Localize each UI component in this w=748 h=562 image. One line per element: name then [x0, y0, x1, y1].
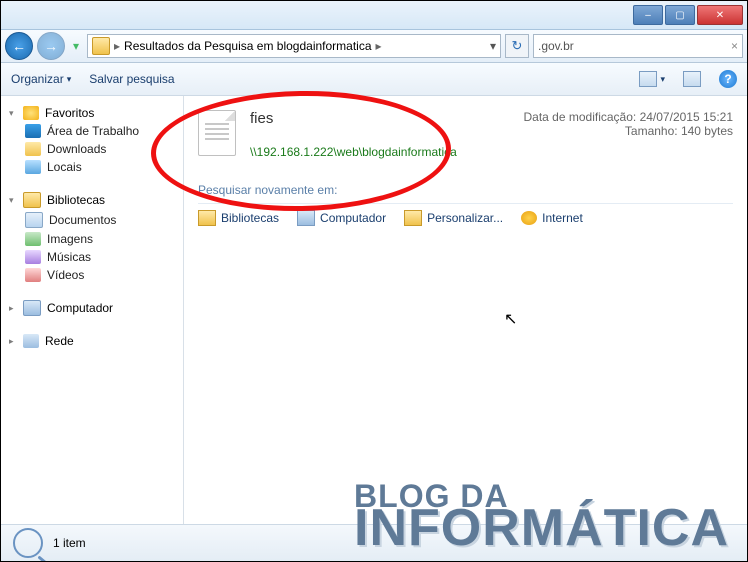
breadcrumb-sep-icon: ▸	[376, 39, 382, 53]
view-icon	[639, 71, 657, 87]
chevron-down-icon: ▾	[67, 74, 72, 85]
sidebar-item-downloads[interactable]: Downloads	[7, 140, 177, 158]
preview-pane-button[interactable]	[683, 71, 701, 87]
downloads-icon	[25, 142, 41, 156]
collapse-icon: ▾	[9, 195, 17, 206]
sidebar-item-images[interactable]: Imagens	[7, 230, 177, 248]
collapse-icon: ▾	[9, 108, 17, 119]
sidebar-item-desktop[interactable]: Área de Trabalho	[7, 122, 177, 140]
result-mod-label: Data de modificação:	[524, 110, 637, 124]
folder-icon	[92, 37, 110, 55]
minimize-button[interactable]: –	[633, 5, 663, 25]
search-again-section: Pesquisar novamente em: Bibliotecas Comp…	[198, 183, 733, 226]
libraries-icon	[23, 192, 41, 208]
libraries-icon	[198, 210, 216, 226]
sidebar-item-videos[interactable]: Vídeos	[7, 266, 177, 284]
folder-icon	[404, 210, 422, 226]
search-again-label: Pesquisar novamente em:	[198, 183, 733, 197]
content-pane: fies \\192.168.1.222\web\blogdainformati…	[184, 96, 747, 528]
expand-icon: ▸	[9, 336, 17, 347]
help-button[interactable]: ?	[719, 70, 737, 88]
desktop-icon	[25, 124, 41, 138]
music-icon	[25, 250, 41, 264]
breadcrumb-label: Resultados da Pesquisa em blogdainformat…	[124, 39, 371, 53]
breadcrumb[interactable]: ▸ Resultados da Pesquisa em blogdainform…	[87, 34, 501, 58]
cursor-icon: ↖	[504, 309, 517, 329]
search-result[interactable]: fies \\192.168.1.222\web\blogdainformati…	[198, 104, 733, 165]
status-count: 1 item	[53, 536, 86, 550]
documents-icon	[25, 212, 43, 228]
search-input[interactable]: .gov.br ×	[533, 34, 743, 58]
forward-button[interactable]: →	[37, 32, 65, 60]
result-mod-value: 24/07/2015 15:21	[640, 110, 733, 124]
sidebar-libraries[interactable]: ▾ Bibliotecas	[7, 190, 177, 210]
search-again-computer[interactable]: Computador	[297, 210, 386, 226]
expand-icon: ▸	[9, 303, 17, 314]
file-icon	[198, 110, 236, 156]
result-size-value: 140 bytes	[681, 124, 733, 138]
clear-search-icon[interactable]: ×	[731, 39, 738, 53]
chevron-down-icon: ▾	[660, 74, 665, 85]
computer-icon	[297, 210, 315, 226]
status-bar: 1 item	[1, 524, 747, 561]
search-icon	[13, 528, 43, 558]
search-again-internet[interactable]: Internet	[521, 211, 583, 225]
sidebar-item-places[interactable]: Locais	[7, 158, 177, 176]
sidebar: ▾ Favoritos Área de Trabalho Downloads L…	[1, 96, 184, 528]
star-icon	[23, 106, 39, 120]
search-value: .gov.br	[538, 39, 574, 53]
computer-icon	[23, 300, 41, 316]
sidebar-computer[interactable]: ▸ Computador	[7, 298, 177, 318]
sidebar-item-music[interactable]: Músicas	[7, 248, 177, 266]
breadcrumb-sep-icon: ▸	[114, 39, 120, 53]
videos-icon	[25, 268, 41, 282]
toolbar: Organizar ▾ Salvar pesquisa ▾ ?	[1, 63, 747, 96]
sidebar-network[interactable]: ▸ Rede	[7, 332, 177, 350]
navbar: ← → ▾ ▸ Resultados da Pesquisa em blogda…	[1, 30, 747, 63]
refresh-button[interactable]: ↻	[505, 34, 529, 58]
sidebar-favorites[interactable]: ▾ Favoritos	[7, 104, 177, 122]
result-path: \\192.168.1.222\web\blogdainformatica	[250, 145, 510, 159]
network-icon	[23, 334, 39, 348]
close-button[interactable]: ✕	[697, 5, 743, 25]
nav-history-dropdown[interactable]: ▾	[69, 35, 83, 57]
places-icon	[25, 160, 41, 174]
titlebar: – ▢ ✕	[1, 1, 747, 30]
search-again-customize[interactable]: Personalizar...	[404, 210, 503, 226]
images-icon	[25, 232, 41, 246]
search-again-libraries[interactable]: Bibliotecas	[198, 210, 279, 226]
sidebar-item-documents[interactable]: Documentos	[7, 210, 177, 230]
back-button[interactable]: ←	[5, 32, 33, 60]
organize-button[interactable]: Organizar ▾	[11, 72, 71, 86]
maximize-button[interactable]: ▢	[665, 5, 695, 25]
result-title: fies	[250, 110, 510, 127]
view-mode-button[interactable]: ▾	[639, 71, 665, 87]
internet-icon	[521, 211, 537, 225]
breadcrumb-dropdown-icon[interactable]: ▾	[490, 39, 496, 53]
save-search-button[interactable]: Salvar pesquisa	[89, 72, 174, 86]
result-size-label: Tamanho:	[625, 124, 678, 138]
